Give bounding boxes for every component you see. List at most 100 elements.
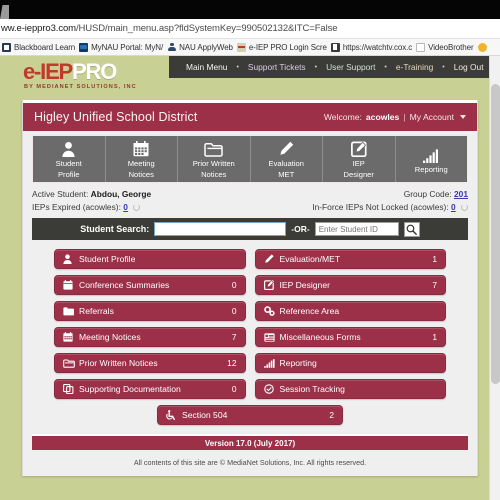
ieps-expired-label: IEPs Expired (acowles): <box>32 202 121 212</box>
bookmark-item[interactable]: e-IEP PRO Login Scre <box>236 42 327 52</box>
gears-icon <box>263 306 277 316</box>
main-menu-grid: Student Profile Evaluation/MET 1 Confere… <box>23 240 477 403</box>
open-folder-icon <box>63 358 76 368</box>
student-search-bar: Student Search: -OR- <box>32 218 468 240</box>
student-search-label: Student Search: <box>80 224 150 234</box>
bookmark-overflow[interactable] <box>477 42 487 52</box>
bookmark-item[interactable]: NAU ApplyWeb <box>167 42 233 52</box>
search-icon <box>406 224 418 235</box>
group-code-value[interactable]: 201 <box>454 189 468 199</box>
ieps-expired-value[interactable]: 0 <box>123 202 128 212</box>
page-scrollbar[interactable] <box>489 56 500 500</box>
pencil-icon <box>264 254 277 264</box>
student-info-row-2: IEPs Expired (acowles): 0 In-Force IEPs … <box>32 201 468 214</box>
menu-button-miscellaneous-forms[interactable]: Miscellaneous Forms 1 <box>254 327 446 347</box>
menu-button-conference-summaries[interactable]: Conference Summaries 0 <box>54 275 246 295</box>
tab-label-line1: Meeting <box>127 159 155 168</box>
username: acowles <box>365 112 400 122</box>
calendar-icon <box>63 280 76 290</box>
calendar-icon <box>133 139 149 157</box>
calendar-grid-icon <box>63 332 76 342</box>
bar-chart-icon <box>263 358 277 368</box>
menu-button-supporting-documentation[interactable]: Supporting Documentation 0 <box>54 379 246 399</box>
tab-iep-designer[interactable]: IEP Designer <box>323 136 396 182</box>
menu-label: Supporting Documentation <box>79 384 181 394</box>
menu-label: Student Profile <box>79 254 136 264</box>
browser-address-bar[interactable]: ww.e-ieppro3.com/HUSD/main_menu.asp?fldS… <box>0 19 500 39</box>
tab-label-line1: Evaluation <box>268 159 304 168</box>
nav-user-support[interactable]: User Support <box>317 62 384 72</box>
search-submit-button[interactable] <box>403 221 420 237</box>
logo-iep: IEP <box>40 59 73 84</box>
bookmark-item[interactable]: VideoBrother <box>416 42 474 52</box>
tab-student-profile[interactable]: Student Profile <box>33 136 106 182</box>
bookmark-label: https://watchtv.cox.c <box>342 42 413 52</box>
menu-count: 7 <box>432 280 437 290</box>
url-domain: ww.e-ieppro3.com <box>1 23 76 34</box>
menu-button-session-tracking[interactable]: Session Tracking <box>254 379 446 399</box>
menu-button-student-profile[interactable]: Student Profile <box>54 249 246 269</box>
menu-count: 12 <box>227 358 237 368</box>
tab-label-line1: Student <box>55 159 82 168</box>
section504-row: Section 504 2 <box>23 403 477 434</box>
student-id-input[interactable] <box>314 222 399 236</box>
address-bar-url: ww.e-ieppro3.com/HUSD/main_menu.asp?fldS… <box>0 23 338 34</box>
logo-wordmark: e-IEPPRO <box>23 61 137 83</box>
edit-square-icon <box>263 280 277 290</box>
menu-button-section-504[interactable]: Section 504 2 <box>157 405 343 425</box>
chevron-down-icon[interactable] <box>460 115 466 119</box>
bookmark-item[interactable]: https://watchtv.cox.c <box>330 42 413 52</box>
menu-button-meeting-notices[interactable]: Meeting Notices 7 <box>54 327 246 347</box>
scrollbar-thumb[interactable] <box>491 84 500 384</box>
loading-spinner-icon <box>133 204 141 211</box>
url-path: /HUSD/main_menu.asp?fldSystemKey=9905021… <box>75 23 338 34</box>
screenshot-root: ww.e-ieppro3.com/HUSD/main_menu.asp?fldS… <box>0 0 500 500</box>
menu-button-referrals[interactable]: Referrals 0 <box>54 301 246 321</box>
bookmark-item[interactable]: MyNAU Portal: MyN/ <box>79 42 163 52</box>
student-search-input[interactable] <box>154 222 287 236</box>
tab-evaluation-met[interactable]: Evaluation MET <box>251 136 323 182</box>
bookmark-item[interactable]: Blackboard Learn <box>2 42 76 52</box>
search-or-label: -OR- <box>291 224 310 234</box>
nav-main-menu[interactable]: Main Menu <box>177 62 236 72</box>
menu-label: Section 504 <box>182 410 228 420</box>
pencil-icon <box>278 139 294 157</box>
bar-chart-icon <box>422 145 440 163</box>
tab-label-line1: IEP <box>352 159 365 168</box>
version-bar: Version 17.0 (July 2017) <box>32 434 468 450</box>
top-navigation: Main Menu • Support Tickets • User Suppo… <box>169 56 489 78</box>
tab-prior-written-notices[interactable]: Prior Written Notices <box>178 136 251 182</box>
group-code: Group Code: 201 <box>404 188 468 201</box>
my-account-link[interactable]: My Account <box>410 112 454 122</box>
bookmark-label: Blackboard Learn <box>14 42 76 52</box>
accessibility-icon <box>166 410 179 420</box>
ieps-expired: IEPs Expired (acowles): 0 <box>32 201 141 214</box>
menu-button-iep-designer[interactable]: IEP Designer 7 <box>254 275 446 295</box>
person-favicon <box>167 42 176 52</box>
nav-support-tickets[interactable]: Support Tickets <box>239 62 315 72</box>
menu-label: Conference Summaries <box>79 280 170 290</box>
browser-tab[interactable] <box>0 5 9 19</box>
nav-e-training[interactable]: e-Training <box>387 62 442 72</box>
nav-log-out[interactable]: Log Out <box>445 62 493 72</box>
eieppro-favicon <box>236 42 246 52</box>
menu-label: Meeting Notices <box>79 332 141 342</box>
student-info-block: Active Student: Abdou, George Group Code… <box>32 188 468 214</box>
orange-dot-icon <box>477 42 487 52</box>
tab-label-line2: Designer <box>343 170 374 179</box>
menu-button-evaluation-met[interactable]: Evaluation/MET 1 <box>254 249 446 269</box>
tab-label-line2: Profile <box>57 170 80 179</box>
clock-check-icon <box>263 384 277 394</box>
generic-e-favicon <box>330 42 340 52</box>
menu-button-prior-written-notices[interactable]: Prior Written Notices 12 <box>54 353 246 373</box>
ieps-not-locked-value[interactable]: 0 <box>451 202 456 212</box>
tab-meeting-notices[interactable]: Meeting Notices <box>106 136 178 182</box>
menu-button-reference-area[interactable]: Reference Area <box>254 301 446 321</box>
tab-reporting[interactable]: Reporting <box>396 136 468 182</box>
district-name: Higley Unified School District <box>34 110 198 124</box>
menu-button-reporting[interactable]: Reporting <box>254 353 446 373</box>
tab-label-line2: Notices <box>201 170 227 179</box>
menu-count: 0 <box>231 280 237 290</box>
site-logo[interactable]: e-IEPPRO BY MEDIANET SOLUTIONS, INC <box>23 61 137 91</box>
document-favicon <box>416 42 426 52</box>
